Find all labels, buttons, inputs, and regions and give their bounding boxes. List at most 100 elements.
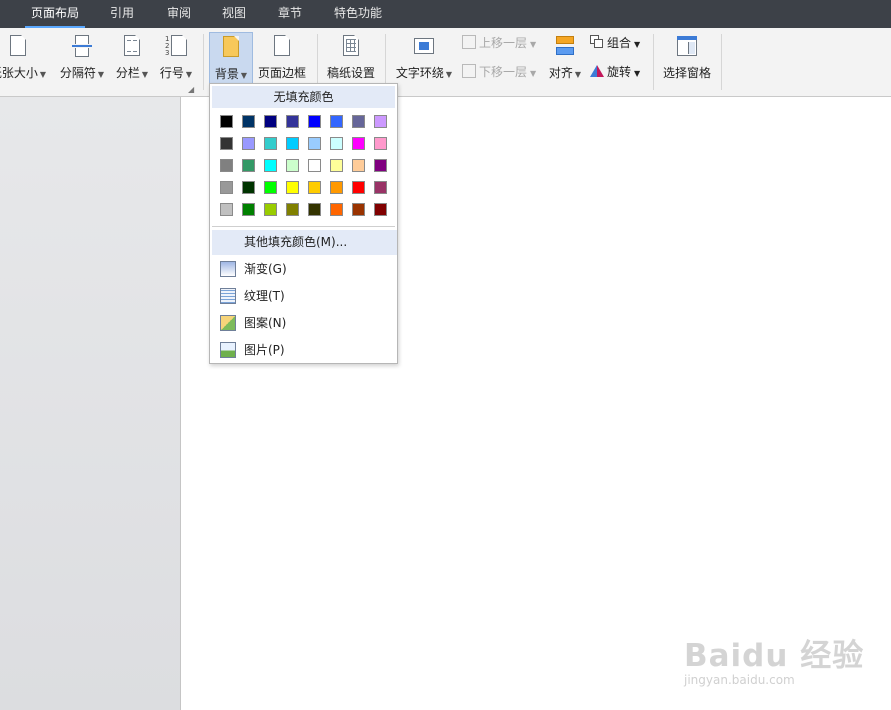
- color-swatch[interactable]: [242, 137, 255, 150]
- color-swatch[interactable]: [286, 159, 299, 172]
- chevron-down-icon: ▼: [634, 40, 641, 49]
- color-swatch[interactable]: [220, 203, 233, 216]
- color-swatch[interactable]: [374, 181, 387, 194]
- background-label: 背景: [214, 67, 239, 81]
- ribbon-toolbar: 纸张大小▼ 分隔符▼ 分栏▼ 123 行号▼ ◢ 背景▼ 页面边: [0, 28, 891, 97]
- color-swatch[interactable]: [264, 137, 277, 150]
- pattern-option[interactable]: 图案(N): [212, 310, 395, 336]
- columns-button[interactable]: 分栏 ▼: [112, 32, 152, 88]
- color-swatch[interactable]: [286, 181, 299, 194]
- page-border-label: 页面边框: [257, 66, 306, 80]
- line-numbers-button[interactable]: 123 行号 ▼: [156, 32, 196, 88]
- rotate-button[interactable]: 旋转 ▼: [590, 62, 640, 82]
- color-swatch[interactable]: [352, 181, 365, 194]
- picture-label: 图片(P): [244, 343, 285, 357]
- tab-view[interactable]: 视图: [216, 0, 252, 28]
- color-swatch[interactable]: [374, 115, 387, 128]
- tab-page-layout[interactable]: 页面布局: [25, 0, 86, 28]
- send-backward-icon: [462, 64, 476, 78]
- ribbon-separator: [721, 34, 722, 90]
- texture-option[interactable]: 纹理(T): [212, 283, 395, 309]
- color-swatch[interactable]: [264, 181, 277, 194]
- color-swatch[interactable]: [374, 203, 387, 216]
- manuscript-settings-label: 稿纸设置: [326, 66, 375, 80]
- color-swatch[interactable]: [308, 181, 321, 194]
- chevron-down-icon: ▼: [574, 70, 582, 79]
- color-swatch[interactable]: [286, 203, 299, 216]
- color-swatch[interactable]: [264, 159, 277, 172]
- color-swatch[interactable]: [330, 181, 343, 194]
- color-swatch[interactable]: [264, 115, 277, 128]
- picture-icon: [220, 342, 236, 358]
- chevron-down-icon: ▼: [530, 40, 537, 49]
- paper-size-button[interactable]: 纸张大小▼: [0, 32, 52, 88]
- color-swatch[interactable]: [330, 159, 343, 172]
- manuscript-settings-button[interactable]: 稿纸设置: [323, 32, 379, 88]
- paper-size-label: 纸张大小: [0, 66, 38, 80]
- color-swatch[interactable]: [352, 203, 365, 216]
- color-swatch[interactable]: [220, 137, 233, 150]
- color-swatch[interactable]: [242, 203, 255, 216]
- color-swatch[interactable]: [330, 137, 343, 150]
- pattern-icon: [220, 315, 236, 331]
- menu-tab-bar: 页面布局 引用 审阅 视图 章节 特色功能: [0, 0, 891, 28]
- align-button[interactable]: 对齐 ▼: [544, 32, 586, 88]
- color-swatch[interactable]: [330, 115, 343, 128]
- columns-label: 分栏: [115, 66, 140, 80]
- tab-special-features[interactable]: 特色功能: [328, 0, 388, 28]
- dialog-launcher-icon[interactable]: ◢: [188, 85, 194, 94]
- color-swatch[interactable]: [308, 159, 321, 172]
- watermark-url: jingyan.baidu.com: [684, 673, 795, 687]
- align-icon: [554, 34, 576, 58]
- color-swatch[interactable]: [242, 159, 255, 172]
- bring-forward-label: 上移一层: [479, 36, 528, 50]
- color-swatch[interactable]: [220, 115, 233, 128]
- color-swatch[interactable]: [374, 159, 387, 172]
- color-swatch[interactable]: [352, 115, 365, 128]
- color-swatch[interactable]: [374, 137, 387, 150]
- chevron-down-icon: ▼: [240, 71, 248, 80]
- menu-divider: [212, 226, 395, 227]
- bring-forward-button[interactable]: 上移一层 ▼: [462, 33, 536, 53]
- color-swatch[interactable]: [220, 159, 233, 172]
- rotate-icon: [590, 64, 604, 78]
- send-backward-button[interactable]: 下移一层 ▼: [462, 62, 536, 82]
- chevron-down-icon: ▼: [185, 70, 193, 79]
- group-label: 组合: [607, 36, 632, 50]
- color-swatch[interactable]: [308, 203, 321, 216]
- color-swatch[interactable]: [264, 203, 277, 216]
- color-swatch[interactable]: [242, 181, 255, 194]
- tab-sections[interactable]: 章节: [272, 0, 308, 28]
- background-button[interactable]: 背景 ▼: [209, 32, 253, 88]
- selection-pane-icon: [676, 34, 698, 58]
- page-border-icon: [271, 34, 293, 58]
- color-swatch[interactable]: [220, 181, 233, 194]
- picture-option[interactable]: 图片(P): [212, 337, 395, 363]
- tab-references[interactable]: 引用: [104, 0, 140, 28]
- chevron-down-icon: ▼: [445, 70, 453, 79]
- text-wrap-button[interactable]: 文字环绕 ▼: [393, 32, 455, 88]
- gradient-option[interactable]: 渐变(G): [212, 256, 395, 282]
- color-swatch[interactable]: [352, 137, 365, 150]
- color-swatch[interactable]: [352, 159, 365, 172]
- send-backward-label: 下移一层: [479, 65, 528, 79]
- watermark-logo: Baidu 经验: [684, 638, 865, 674]
- selection-pane-button[interactable]: 选择窗格: [659, 32, 715, 88]
- color-swatch[interactable]: [308, 115, 321, 128]
- page-border-button[interactable]: 页面边框: [256, 32, 308, 88]
- chevron-down-icon: ▼: [634, 69, 641, 78]
- no-fill-color-option[interactable]: 无填充颜色: [212, 86, 395, 108]
- color-swatch[interactable]: [242, 115, 255, 128]
- group-button[interactable]: 组合 ▼: [590, 33, 640, 53]
- baidu-jingyan-watermark: Baidu 经验 jingyan.baidu.com: [684, 630, 864, 687]
- tab-review[interactable]: 审阅: [161, 0, 197, 28]
- color-swatch[interactable]: [286, 137, 299, 150]
- color-swatch[interactable]: [330, 203, 343, 216]
- gradient-label: 渐变(G): [244, 262, 287, 276]
- separator-label: 分隔符: [59, 66, 96, 80]
- color-swatch[interactable]: [286, 115, 299, 128]
- color-swatch[interactable]: [308, 137, 321, 150]
- gradient-icon: [220, 261, 236, 277]
- separator-button[interactable]: 分隔符 ▼: [56, 32, 108, 88]
- more-fill-colors-option[interactable]: 其他填充颜色(M)...: [212, 230, 397, 255]
